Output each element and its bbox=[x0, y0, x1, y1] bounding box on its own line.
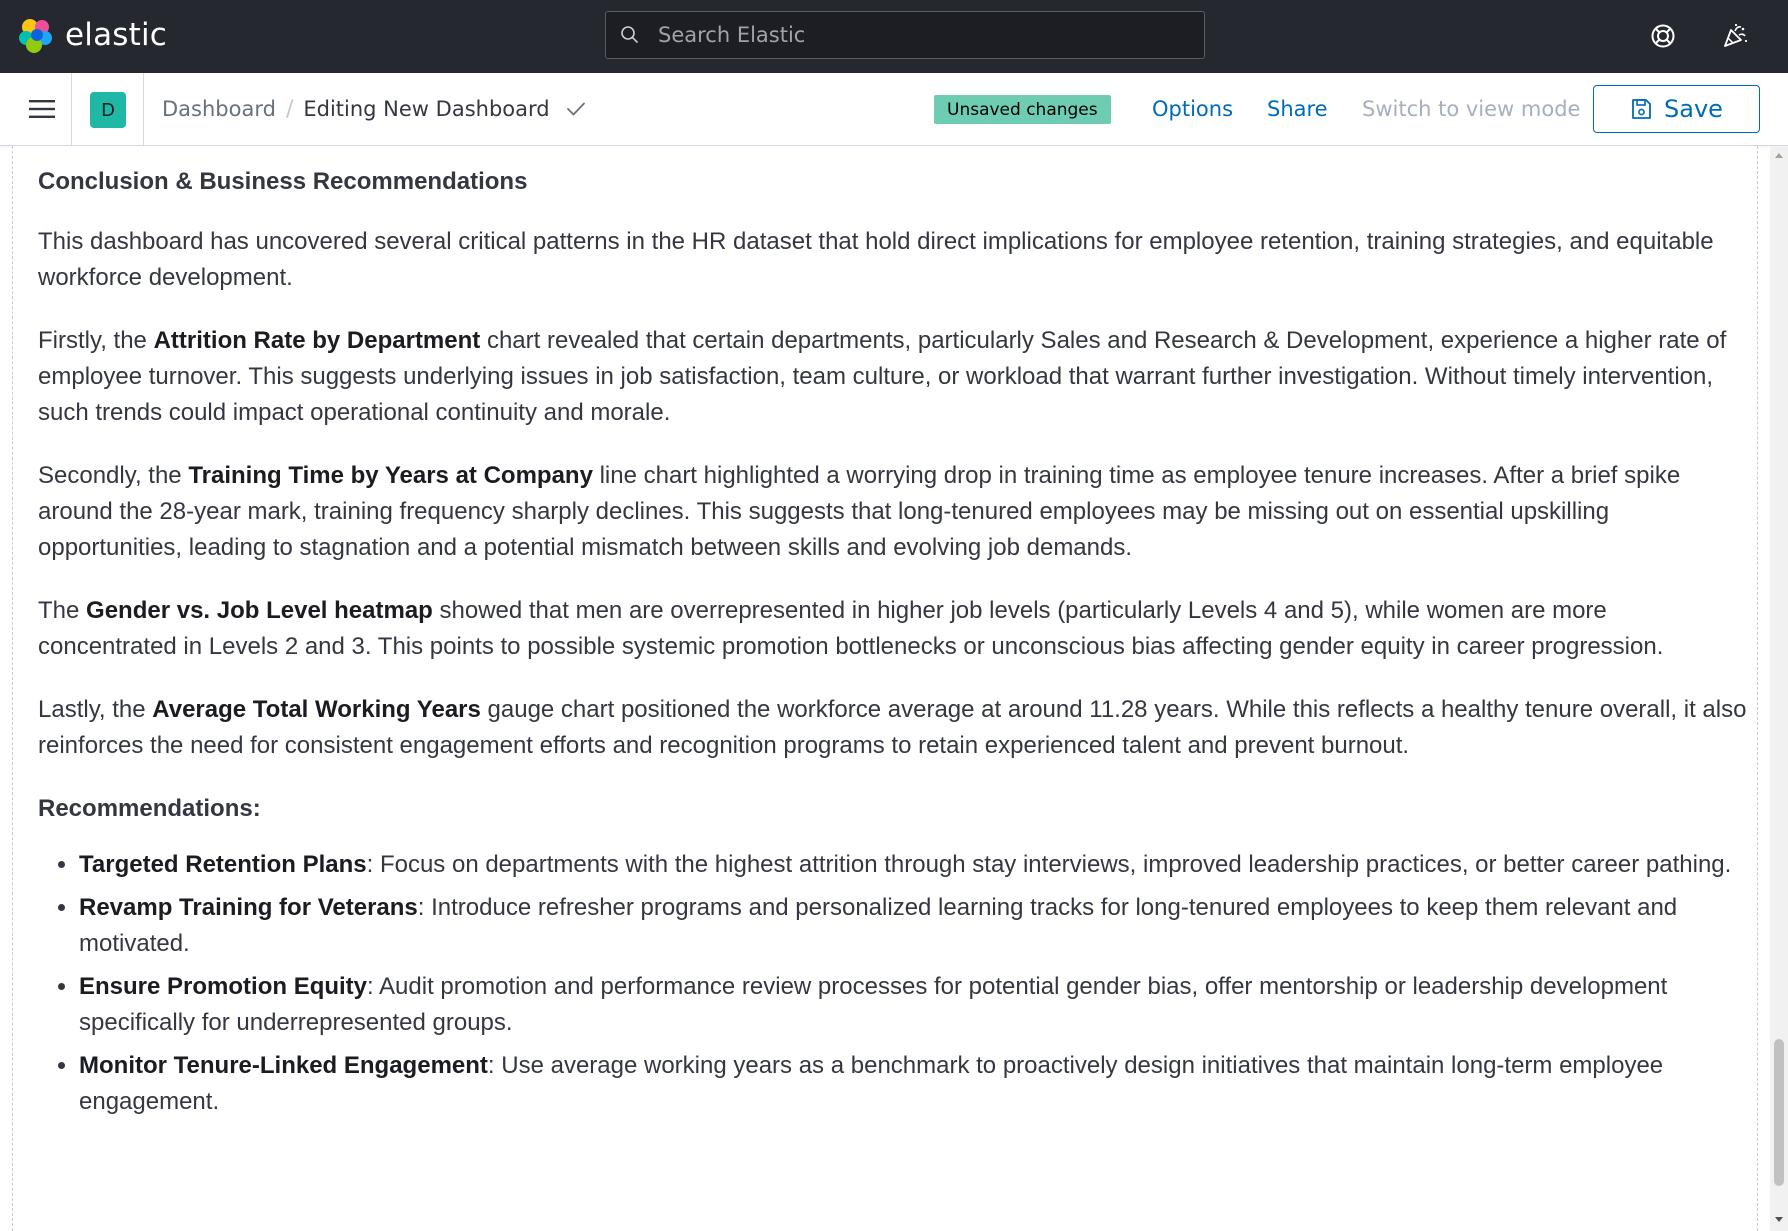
space-initial: D bbox=[101, 99, 115, 121]
brand-name: elastic bbox=[65, 17, 168, 53]
switch-to-view-mode-button[interactable]: Switch to view mode bbox=[1362, 73, 1580, 145]
recommendation-title: Targeted Retention Plans bbox=[79, 851, 367, 878]
global-header: elastic bbox=[0, 0, 1788, 73]
breadcrumb-separator: / bbox=[285, 96, 294, 122]
global-search[interactable] bbox=[605, 11, 1205, 59]
breadcrumb-current: Editing New Dashboard bbox=[303, 97, 550, 121]
paragraph-text: Firstly, the bbox=[38, 327, 154, 354]
recommendation-title: Revamp Training for Veterans bbox=[79, 894, 418, 921]
elastic-logo[interactable]: elastic bbox=[17, 16, 167, 54]
paragraph-text: Lastly, the bbox=[38, 696, 153, 723]
help-button[interactable] bbox=[1645, 18, 1681, 54]
nav-menu-button[interactable] bbox=[12, 73, 72, 145]
paragraph-gender: The Gender vs. Job Level heatmap showed … bbox=[38, 593, 1748, 665]
recommendation-title: Ensure Promotion Equity bbox=[79, 973, 368, 1000]
breadcrumb: Dashboard / Editing New Dashboard bbox=[162, 73, 586, 145]
party-popper-icon bbox=[1724, 23, 1748, 47]
paragraph-highlight: Attrition Rate by Department bbox=[153, 327, 481, 354]
hamburger-menu-icon bbox=[28, 100, 55, 118]
list-item: Ensure Promotion Equity: Audit promotion… bbox=[79, 969, 1748, 1041]
paragraph-text: Secondly, the bbox=[38, 462, 189, 489]
markdown-panel[interactable]: Conclusion & Business Recommendations Th… bbox=[12, 146, 1758, 1231]
recommendation-text: : Focus on departments with the highest … bbox=[366, 851, 1732, 878]
lifebuoy-icon bbox=[1651, 24, 1675, 48]
breadcrumb-dashboard[interactable]: Dashboard bbox=[162, 97, 276, 121]
vertical-scrollbar[interactable] bbox=[1770, 146, 1788, 1231]
list-item: Targeted Retention Plans: Focus on depar… bbox=[79, 847, 1748, 883]
elastic-logo-icon bbox=[19, 19, 52, 53]
check-icon bbox=[566, 101, 586, 117]
list-item: Monitor Tenure-Linked Engagement: Use av… bbox=[79, 1048, 1748, 1120]
save-button[interactable]: Save bbox=[1593, 85, 1760, 133]
scroll-down-icon[interactable] bbox=[1773, 1214, 1785, 1226]
recommendations-list: Targeted Retention Plans: Focus on depar… bbox=[38, 847, 1748, 1120]
paragraph-working-years: Lastly, the Average Total Working Years … bbox=[38, 692, 1748, 764]
save-icon bbox=[1632, 99, 1651, 119]
scroll-up-icon[interactable] bbox=[1773, 149, 1785, 161]
recommendation-title: Monitor Tenure-Linked Engagement bbox=[79, 1052, 488, 1079]
markdown-content: Conclusion & Business Recommendations Th… bbox=[38, 166, 1748, 1127]
recommendations-heading: Recommendations: bbox=[38, 795, 261, 822]
news-button[interactable] bbox=[1717, 18, 1753, 54]
unsaved-changes-badge: Unsaved changes bbox=[934, 95, 1111, 124]
divider bbox=[143, 73, 144, 145]
paragraph-text: The bbox=[38, 597, 87, 624]
intro-paragraph: This dashboard has uncovered several cri… bbox=[38, 228, 1714, 291]
save-label: Save bbox=[1664, 95, 1723, 123]
share-button[interactable]: Share bbox=[1267, 73, 1328, 145]
options-button[interactable]: Options bbox=[1152, 73, 1233, 145]
scrollbar-thumb[interactable] bbox=[1774, 1039, 1784, 1186]
paragraph-highlight: Average Total Working Years bbox=[152, 696, 481, 723]
paragraph-highlight: Training Time by Years at Company bbox=[188, 462, 593, 489]
unsaved-changes-label: Unsaved changes bbox=[947, 99, 1098, 120]
paragraph-training: Secondly, the Training Time by Years at … bbox=[38, 458, 1748, 566]
search-input[interactable] bbox=[654, 12, 1204, 58]
paragraph-highlight: Gender vs. Job Level heatmap bbox=[86, 597, 433, 624]
list-item: Revamp Training for Veterans: Introduce … bbox=[79, 890, 1748, 962]
section-heading: Conclusion & Business Recommendations bbox=[38, 168, 528, 195]
search-icon bbox=[606, 12, 654, 58]
paragraph-attrition: Firstly, the Attrition Rate by Departmen… bbox=[38, 323, 1748, 431]
space-avatar[interactable]: D bbox=[90, 92, 126, 128]
